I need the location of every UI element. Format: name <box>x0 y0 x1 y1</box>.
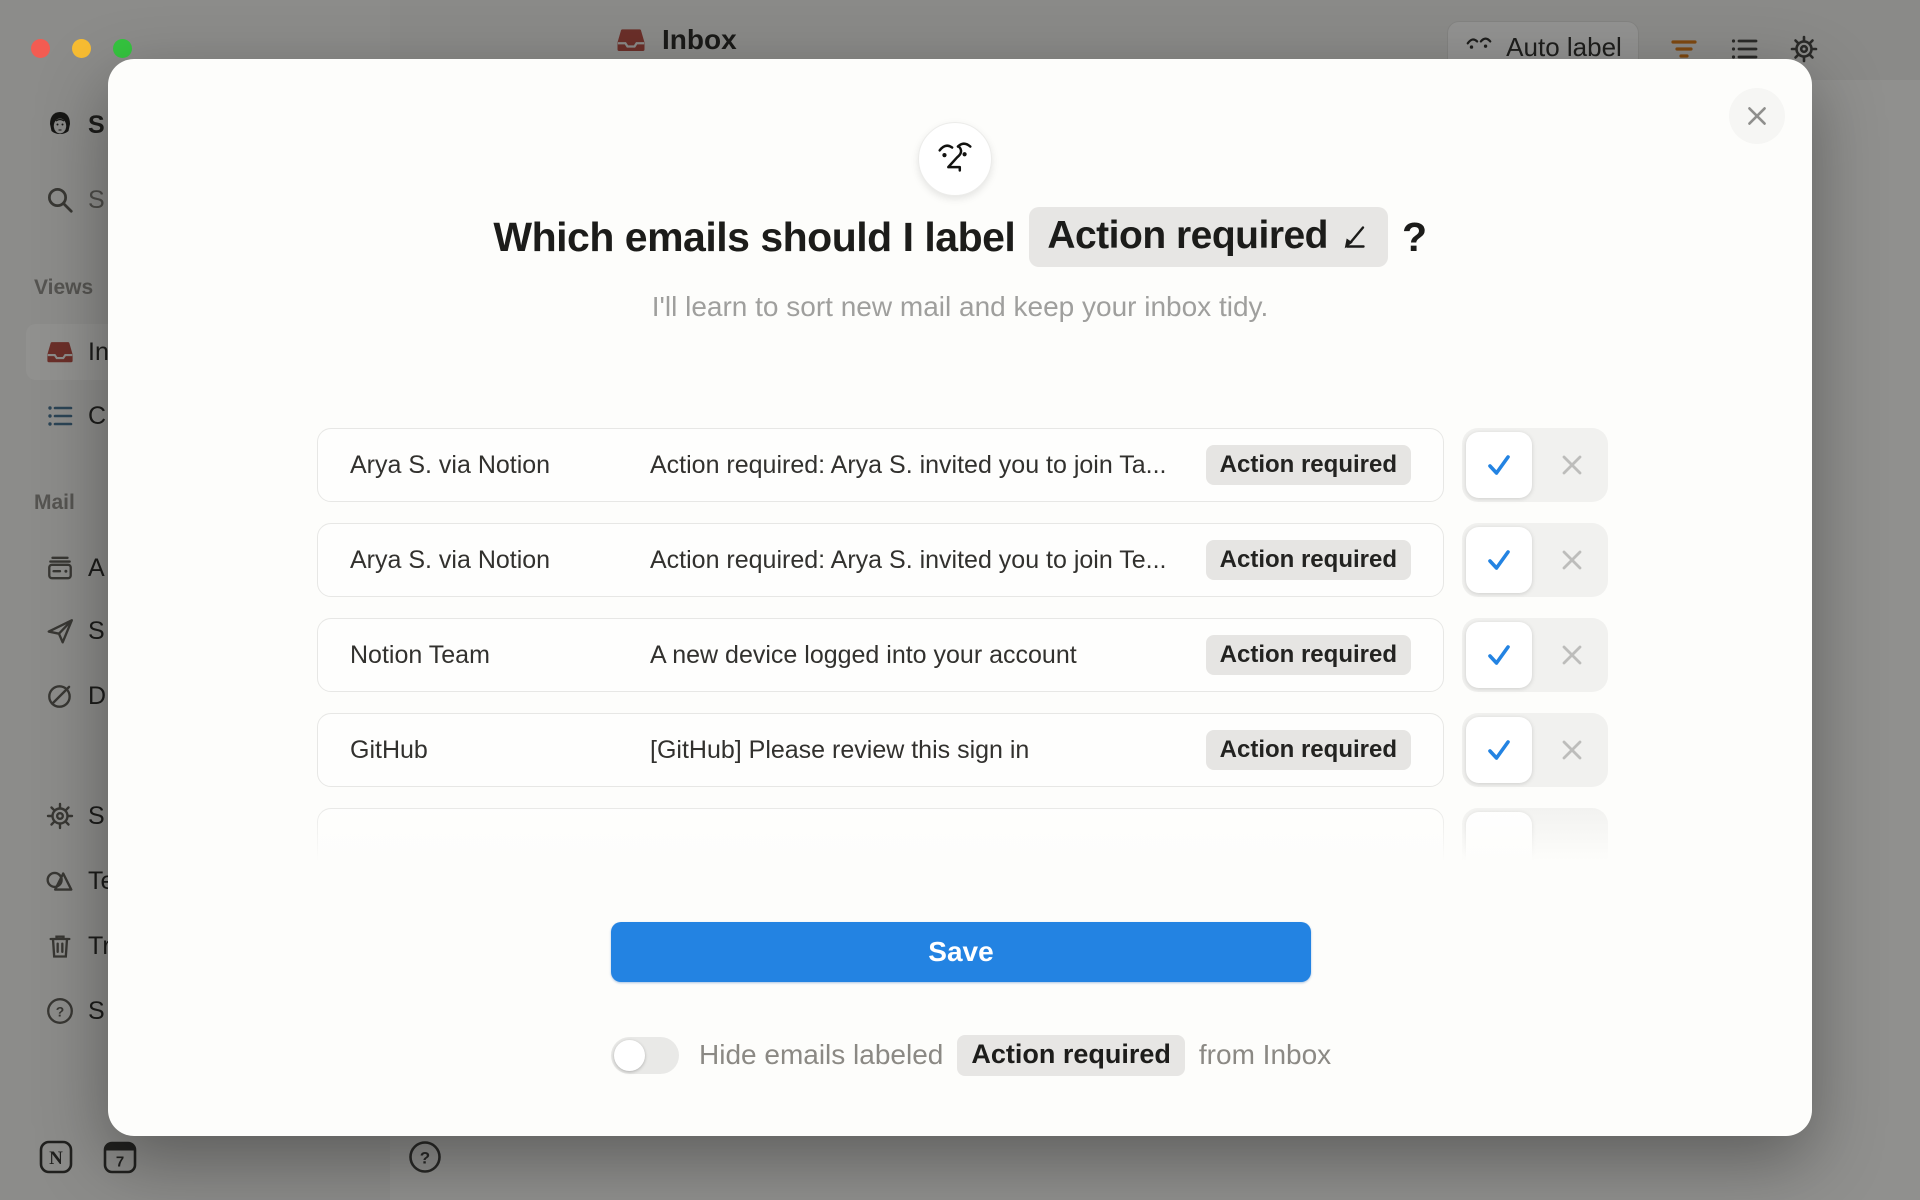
title-suffix: ? <box>1402 214 1427 261</box>
email-sender: Arya S. via Notion <box>350 546 650 575</box>
zoom-window-button[interactable] <box>113 39 132 58</box>
email-row: Notion Team A new device logged into you… <box>317 618 1444 692</box>
accept-label-button[interactable] <box>1466 622 1532 688</box>
title-prefix: Which emails should I label <box>493 214 1015 261</box>
toggle-knob <box>614 1040 645 1071</box>
close-window-button[interactable] <box>31 39 50 58</box>
email-sender: Arya S. via Notion <box>350 451 650 480</box>
auto-label-modal: Which emails should I label Action requi… <box>108 59 1812 1136</box>
toggle-label-chip: Action required <box>957 1035 1185 1076</box>
label-vote-control <box>1462 523 1608 597</box>
email-label-chip: Action required <box>1206 635 1411 675</box>
label-vote-control <box>1462 618 1608 692</box>
label-vote-control <box>1462 713 1608 787</box>
email-subject: Action required: Arya S. invited you to … <box>650 546 1206 575</box>
email-label-chip: Action required <box>1206 445 1411 485</box>
close-icon <box>1744 103 1770 129</box>
email-subject: Action required: Arya S. invited you to … <box>650 451 1206 480</box>
accept-label-button[interactable] <box>1466 432 1532 498</box>
reject-label-button[interactable] <box>1536 713 1608 787</box>
email-row: Arya S. via Notion Action required: Arya… <box>317 428 1444 502</box>
email-sender: GitHub <box>350 736 650 765</box>
email-sender: Notion Team <box>350 641 650 670</box>
reject-label-button[interactable] <box>1536 428 1608 502</box>
modal-subtitle: I'll learn to sort new mail and keep you… <box>108 291 1812 323</box>
email-label-chip: Action required <box>1206 730 1411 770</box>
accept-label-button[interactable] <box>1466 527 1532 593</box>
hide-emails-toggle-row: Hide emails labeled Action required from… <box>611 1035 1331 1075</box>
email-row: GitHub [GitHub] Please review this sign … <box>317 713 1444 787</box>
email-label-chip: Action required <box>1206 540 1411 580</box>
modal-close-button[interactable] <box>1729 88 1785 144</box>
app-window: Inbox Auto label S S Views In <box>0 0 1920 1200</box>
save-button[interactable]: Save <box>611 922 1311 982</box>
list-fade-mask <box>108 803 1812 903</box>
label-vote-control <box>1462 428 1608 502</box>
modal-title: Which emails should I label Action requi… <box>108 207 1812 267</box>
auto-label-mascot-icon <box>918 122 992 196</box>
label-name-chip[interactable]: Action required <box>1029 207 1388 267</box>
reject-label-button[interactable] <box>1536 523 1608 597</box>
toggle-text-before: Hide emails labeled <box>699 1039 943 1071</box>
toggle-text-after: from Inbox <box>1199 1039 1331 1071</box>
reject-label-button[interactable] <box>1536 618 1608 692</box>
email-row: Arya S. via Notion Action required: Arya… <box>317 523 1444 597</box>
hide-emails-toggle[interactable] <box>611 1037 679 1074</box>
email-subject: A new device logged into your account <box>650 641 1206 670</box>
email-subject: [GitHub] Please review this sign in <box>650 736 1206 765</box>
minimize-window-button[interactable] <box>72 39 91 58</box>
edit-pencil-icon <box>1340 221 1370 251</box>
accept-label-button[interactable] <box>1466 717 1532 783</box>
